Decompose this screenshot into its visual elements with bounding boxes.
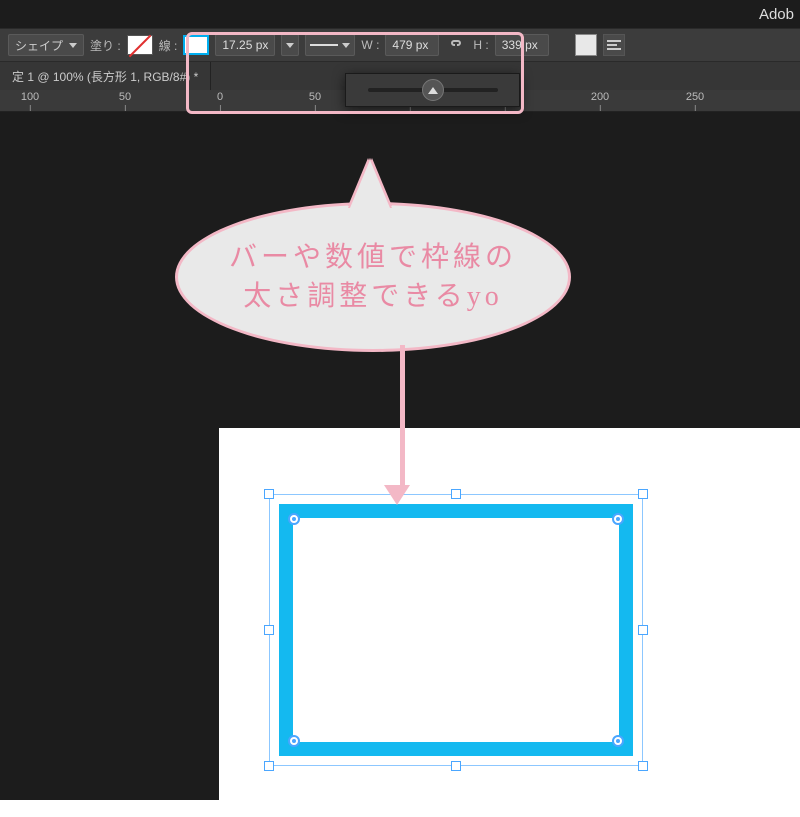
- corner-anchor-icon[interactable]: [612, 513, 624, 525]
- ruler-tick: 250: [686, 91, 704, 111]
- title-bar: Adob: [0, 0, 800, 28]
- annotation-speech-bubble: バーや数値で枠線の 太さ調整できるyo: [175, 202, 571, 352]
- transform-handle[interactable]: [638, 625, 648, 635]
- annotation-text: バーや数値で枠線の 太さ調整できるyo: [229, 238, 517, 316]
- chevron-down-icon: [69, 43, 77, 48]
- annotation-bubble-tail-icon: [350, 160, 390, 208]
- corner-anchor-icon[interactable]: [288, 735, 300, 747]
- transform-handle[interactable]: [638, 761, 648, 771]
- transform-handle[interactable]: [451, 761, 461, 771]
- rectangle-shape[interactable]: [279, 504, 633, 756]
- options-bar: シェイプ 塗り : 線 : 17.25 px W : 479 px H : 33…: [0, 28, 800, 62]
- transform-handle[interactable]: [264, 625, 274, 635]
- stroke-label: 線 :: [159, 37, 178, 54]
- corner-anchor-icon[interactable]: [288, 513, 300, 525]
- stroke-width-popup: [345, 73, 520, 107]
- stroke-width-slider[interactable]: [368, 88, 498, 92]
- document-tab-label: 定 1 @ 100% (長方形 1, RGB/8#) *: [12, 68, 198, 85]
- tool-mode-dropdown[interactable]: シェイプ: [8, 34, 84, 56]
- width-field[interactable]: 479 px: [385, 34, 439, 56]
- height-value: 339 px: [502, 38, 538, 52]
- annotation-arrow-down-icon: [394, 345, 410, 505]
- corner-anchor-icon[interactable]: [612, 735, 624, 747]
- width-label: W :: [361, 38, 379, 52]
- stroke-swatch[interactable]: [183, 35, 209, 55]
- transform-handle[interactable]: [638, 489, 648, 499]
- slider-thumb-icon[interactable]: [422, 79, 444, 101]
- stroke-width-field[interactable]: 17.25 px: [215, 34, 275, 56]
- solid-line-icon: [310, 44, 338, 46]
- document-tab[interactable]: 定 1 @ 100% (長方形 1, RGB/8#) *: [0, 62, 211, 90]
- height-field[interactable]: 339 px: [495, 34, 549, 56]
- transform-handle[interactable]: [451, 489, 461, 499]
- chevron-down-icon: [286, 43, 294, 48]
- tool-mode-label: シェイプ: [15, 37, 63, 54]
- stroke-style-dropdown[interactable]: [305, 34, 355, 56]
- ruler-tick: 50: [309, 91, 321, 111]
- path-operations-button[interactable]: [575, 34, 597, 56]
- ruler-tick: 50: [119, 91, 131, 111]
- path-align-button[interactable]: [603, 34, 625, 56]
- fill-swatch-none[interactable]: [127, 35, 153, 55]
- width-value: 479 px: [392, 38, 428, 52]
- chevron-down-icon: [342, 43, 350, 48]
- ruler-tick: 200: [591, 91, 609, 111]
- ruler-tick: 100: [21, 91, 39, 111]
- align-icon: [607, 38, 621, 52]
- transform-handle[interactable]: [264, 489, 274, 499]
- app-title-fragment: Adob: [759, 6, 794, 23]
- height-label: H :: [473, 38, 488, 52]
- stroke-width-value: 17.25 px: [222, 38, 268, 52]
- link-dimensions-icon[interactable]: [445, 34, 467, 56]
- transform-handle[interactable]: [264, 761, 274, 771]
- stroke-width-dropdown[interactable]: [281, 34, 299, 56]
- artboard: [219, 428, 800, 800]
- fill-label: 塗り :: [90, 37, 121, 54]
- ruler-tick: 0: [217, 91, 223, 111]
